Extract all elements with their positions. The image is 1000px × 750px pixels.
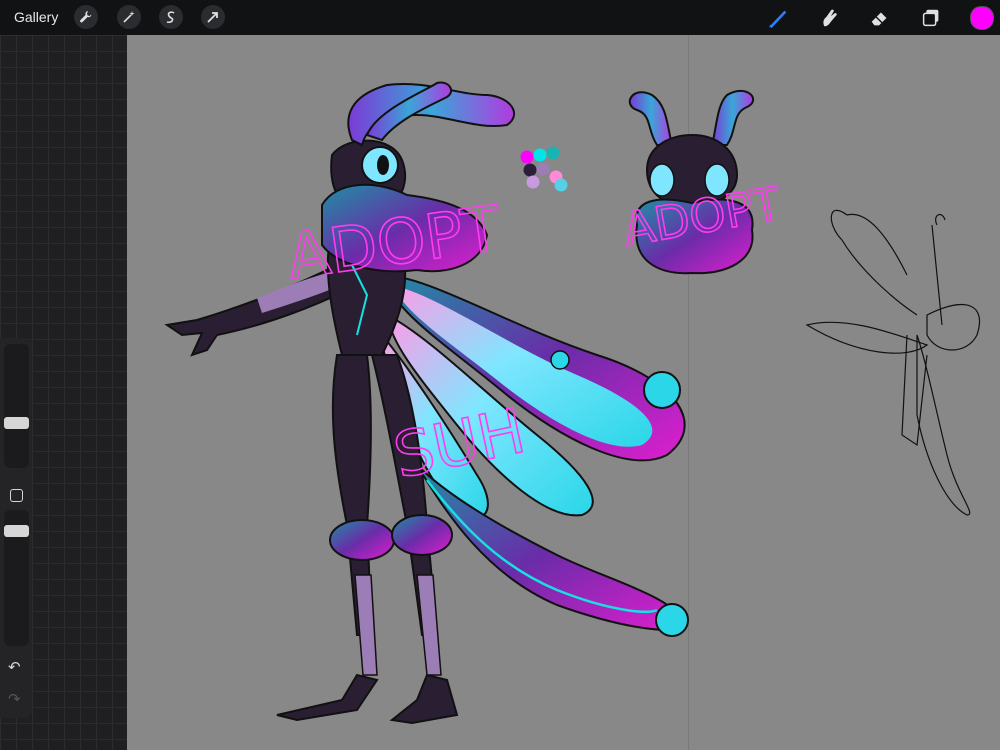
wrench-icon[interactable]: [74, 5, 98, 29]
eraser-icon[interactable]: [867, 5, 893, 31]
palette-dot: [537, 163, 550, 176]
drawing-canvas[interactable]: ADOPT ADOPT SUH: [127, 35, 1000, 750]
sidebar: ↶ ↷: [0, 338, 32, 718]
palette-dot: [527, 176, 540, 189]
selection-icon[interactable]: [159, 5, 183, 29]
undo-icon[interactable]: ↶: [8, 658, 21, 676]
transform-arrow-icon[interactable]: [201, 5, 225, 29]
line-sketch: [807, 210, 980, 515]
magic-wand-icon[interactable]: [117, 5, 141, 29]
palette-dot: [547, 147, 560, 160]
modify-button[interactable]: [10, 489, 23, 502]
palette-dot: [524, 164, 537, 177]
palette-dot: [534, 149, 547, 162]
layers-icon[interactable]: [918, 5, 944, 31]
artwork: ADOPT ADOPT SUH: [127, 35, 1000, 750]
smudge-icon[interactable]: [816, 5, 842, 31]
color-palette: [521, 147, 568, 192]
current-color-swatch[interactable]: [970, 6, 994, 30]
watermark-adopt-1: ADOPT: [283, 191, 506, 293]
brush-size-slider[interactable]: [4, 344, 29, 468]
palette-dot: [521, 151, 534, 164]
top-toolbar: Gallery: [0, 0, 1000, 35]
opacity-thumb[interactable]: [4, 525, 29, 537]
brush-size-thumb[interactable]: [4, 417, 29, 429]
redo-icon[interactable]: ↷: [8, 690, 21, 708]
gallery-button[interactable]: Gallery: [14, 9, 58, 25]
palette-dot: [555, 179, 568, 192]
brush-icon[interactable]: [765, 5, 791, 31]
